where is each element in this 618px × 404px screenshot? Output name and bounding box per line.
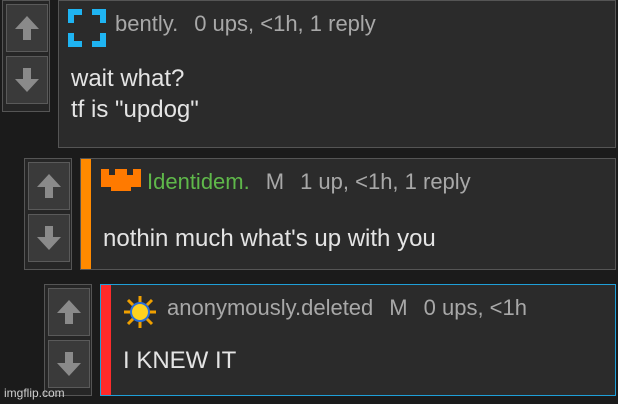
comment-2: Identidem. M 1 up, <1h, 1 reply nothin muc… [24,158,616,270]
mod-badge: M [265,169,285,194]
comment-text: I KNEW IT [123,345,236,376]
comment-3: anonymously.deleted M 0 ups, <1h I KNEW IT [44,284,616,396]
downvote-button[interactable] [6,56,48,104]
frame-corners-icon[interactable] [68,9,106,47]
username-link[interactable]: bently. [115,11,178,36]
accent-bar [81,159,91,269]
comment-1: bently. 0 ups, <1h, 1 reply wait what? tf… [2,0,616,148]
comment-body: bently. 0 ups, <1h, 1 reply wait what? tf… [58,0,616,148]
downvote-button[interactable] [28,214,70,262]
upvote-button[interactable] [48,288,90,336]
comment-line: wait what? [71,65,185,92]
comment-stats: 1 up, <1h, 1 reply [300,169,471,194]
comment-meta: Identidem. M 1 up, <1h, 1 reply [147,169,487,195]
accent-bar [101,285,111,395]
comment-meta: bently. 0 ups, <1h, 1 reply [115,11,392,37]
vote-column [24,158,72,270]
upvote-button[interactable] [6,4,48,52]
downvote-button[interactable] [48,340,90,388]
mod-badge: M [389,295,408,320]
username-link[interactable]: Identidem. [147,169,250,194]
username-link[interactable]: anonymously.deleted [167,295,373,320]
comment-stats: 0 ups, <1h, 1 reply [194,11,376,36]
vote-column [2,0,50,112]
arrow-up-icon [15,16,39,40]
comment-body: anonymously.deleted M 0 ups, <1h I KNEW IT [100,284,616,396]
comment-body: Identidem. M 1 up, <1h, 1 reply nothin muc… [80,158,616,270]
arrow-up-icon [37,174,61,198]
comment-line: tf is "updog" [71,96,199,123]
arrow-up-icon [57,300,81,324]
comment-line: nothin much what's up with you [103,225,436,252]
comment-meta: anonymously.deleted M 0 ups, <1h [167,295,543,321]
arrow-down-icon [57,352,81,376]
vote-column [44,284,92,396]
orange-crown-icon[interactable] [99,167,143,193]
comment-line: I KNEW IT [123,347,237,374]
sun-icon[interactable] [123,295,157,329]
comment-text: wait what? tf is "updog" [71,63,199,125]
arrow-down-icon [15,68,39,92]
comment-stats: 0 ups, <1h [423,295,527,320]
comment-text: nothin much what's up with you [103,223,436,254]
arrow-down-icon [37,226,61,250]
upvote-button[interactable] [28,162,70,210]
watermark: imgflip.com [4,386,65,400]
